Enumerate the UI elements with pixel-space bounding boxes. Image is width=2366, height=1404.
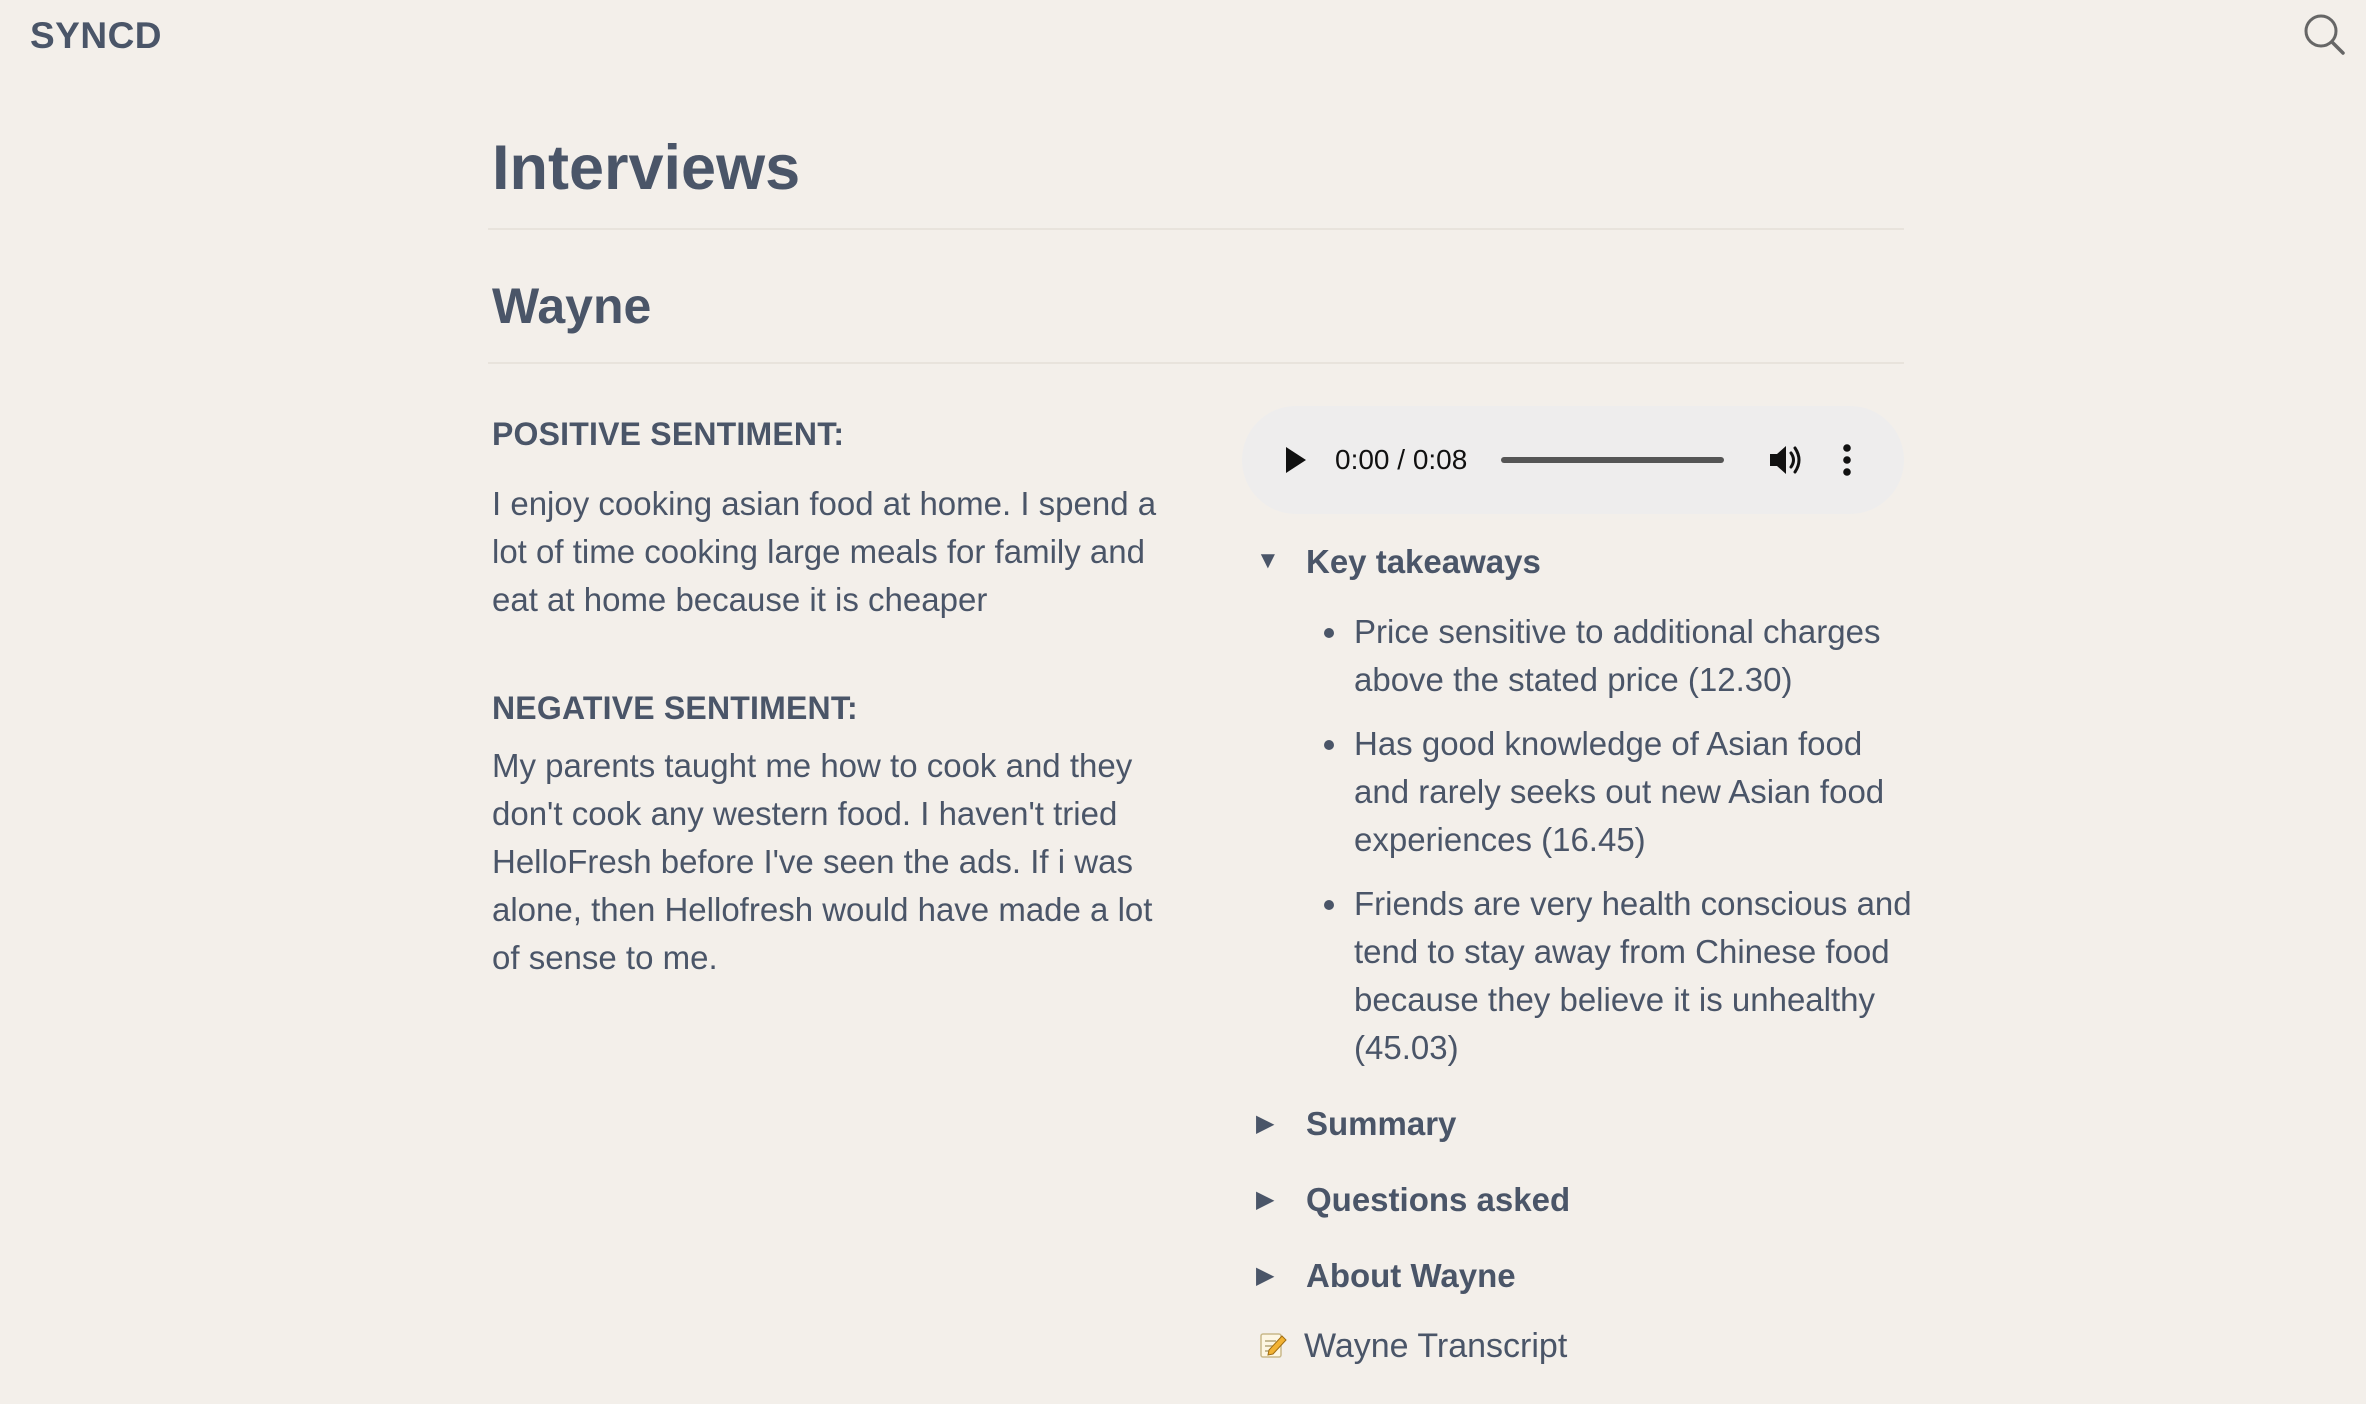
positive-sentiment-label: POSITIVE SENTIMENT:	[492, 416, 845, 452]
toggle-summary[interactable]: ▶ Summary	[1242, 1102, 1906, 1146]
memo-icon	[1260, 1333, 1287, 1358]
transcript-link[interactable]: Wayne Transcript	[1242, 1324, 1906, 1368]
audio-options-button[interactable]	[1834, 440, 1860, 480]
audio-time: 0:00 / 0:08	[1335, 444, 1468, 475]
triangle-down-icon: ▼	[1256, 547, 1280, 574]
toggle-label: Summary	[1306, 1105, 1457, 1142]
play-button[interactable]	[1280, 444, 1310, 476]
negative-sentiment-label: NEGATIVE SENTIMENT:	[492, 690, 858, 726]
toggle-key-takeaways[interactable]: ▼ Key takeaways	[1242, 540, 1906, 584]
transcript-label: Wayne Transcript	[1304, 1327, 1568, 1365]
triangle-right-icon: ▶	[1256, 1262, 1275, 1289]
negative-sentiment-text: My parents taught me how to cook and the…	[492, 747, 1153, 976]
triangle-right-icon: ▶	[1256, 1186, 1275, 1213]
search-button[interactable]	[2302, 12, 2348, 58]
bullet-dot	[1324, 900, 1334, 910]
toggle-label: Questions asked	[1306, 1181, 1571, 1218]
app-logo[interactable]: SYNCD	[30, 14, 162, 58]
audio-progress-slider[interactable]	[1501, 457, 1724, 463]
toggle-about-wayne[interactable]: ▶ About Wayne	[1242, 1254, 1906, 1298]
positive-sentiment-text: I enjoy cooking asian food at home. I sp…	[492, 485, 1157, 618]
toggle-label: About Wayne	[1306, 1257, 1516, 1294]
volume-button[interactable]	[1766, 440, 1806, 480]
triangle-right-icon: ▶	[1256, 1110, 1275, 1137]
takeaway-text: Price sensitive to additional charges ab…	[1354, 613, 1881, 698]
bullet-dot	[1324, 628, 1334, 638]
toggle-questions-asked[interactable]: ▶ Questions asked	[1242, 1178, 1906, 1222]
title-divider	[488, 228, 1904, 230]
main-content: Interviews Wayne POSITIVE SENTIMENT: I e…	[488, 120, 1912, 1365]
key-takeaways-list: Price sensitive to additional charges ab…	[1242, 608, 1912, 1072]
play-icon	[1286, 447, 1306, 473]
search-icon	[2304, 14, 2345, 55]
list-item: Friends are very health conscious and te…	[1242, 880, 1914, 1072]
list-item: Has good knowledge of Asian food and rar…	[1242, 720, 1914, 864]
volume-icon	[1770, 446, 1801, 474]
sentiment-column: POSITIVE SENTIMENT: I enjoy cooking asia…	[492, 364, 1162, 982]
page-title: Interviews	[492, 133, 801, 203]
takeaway-text: Has good knowledge of Asian food and rar…	[1354, 725, 1885, 858]
details-column: 0:00 / 0:08 ▼ Key takeaways Price sensit…	[1242, 406, 1912, 1368]
list-item: Price sensitive to additional charges ab…	[1242, 608, 1914, 704]
bullet-dot	[1324, 740, 1334, 750]
takeaway-text: Friends are very health conscious and te…	[1354, 885, 1912, 1066]
audio-player: 0:00 / 0:08	[1242, 406, 1904, 514]
interview-name-heading: Wayne	[492, 278, 652, 334]
interview-columns: POSITIVE SENTIMENT: I enjoy cooking asia…	[488, 364, 1912, 1365]
more-vertical-icon	[1843, 444, 1851, 476]
toggle-label: Key takeaways	[1306, 543, 1541, 580]
